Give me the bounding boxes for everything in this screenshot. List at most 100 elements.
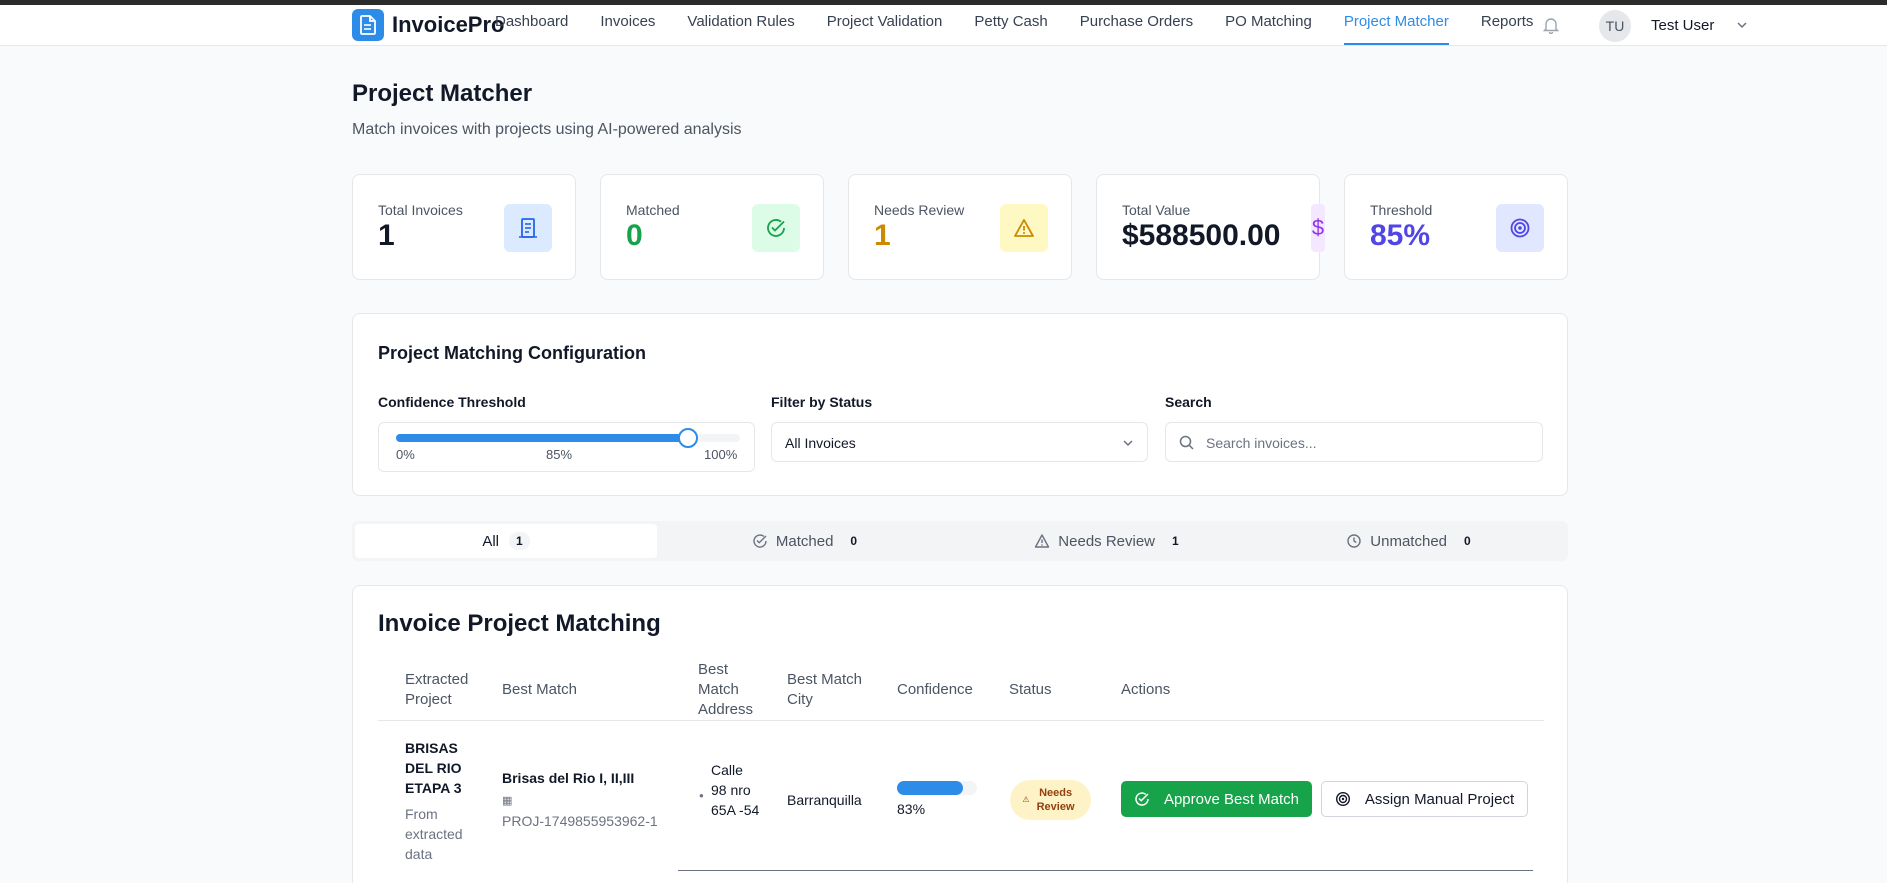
stat-value: 1	[874, 219, 891, 252]
nav-po-matching[interactable]: PO Matching	[1225, 8, 1312, 45]
chevron-down-icon	[1122, 436, 1134, 454]
stat-value: 1	[378, 219, 395, 252]
stat-card-total-invoices: Total Invoices 1	[352, 174, 576, 280]
filter-status-label: Filter by Status	[771, 394, 873, 410]
tab-matched[interactable]: Matched 0	[657, 524, 959, 558]
search-input[interactable]	[1206, 432, 1526, 454]
user-name[interactable]: Test User	[1651, 17, 1714, 34]
col-header-extracted-project: Extracted Project	[405, 671, 469, 708]
nav-project-validation[interactable]: Project Validation	[827, 8, 943, 45]
target-icon	[1335, 791, 1351, 807]
document-logo-icon	[352, 9, 384, 41]
stat-value: $588500.00	[1122, 219, 1281, 252]
confidence-bar	[897, 781, 977, 795]
stat-label: Matched	[626, 202, 680, 218]
stat-card-needs-review: Needs Review 1	[848, 174, 1072, 280]
warning-icon	[1034, 533, 1050, 549]
stat-value: 85%	[1370, 219, 1431, 252]
status-badge-label: Needs Review	[1036, 787, 1075, 813]
check-circle-icon	[1134, 791, 1150, 807]
main-nav: Dashboard Invoices Validation Rules Proj…	[495, 8, 1565, 45]
page-title: Project Matcher	[352, 80, 533, 107]
avatar[interactable]: TU	[1599, 10, 1631, 42]
confidence-threshold-label: Confidence Threshold	[378, 394, 526, 410]
nav-purchase-orders[interactable]: Purchase Orders	[1080, 8, 1193, 45]
building-icon: ▦	[502, 795, 513, 807]
tab-needs-review[interactable]: Needs Review 1	[959, 524, 1261, 558]
status-filter-select[interactable]: All Invoices	[771, 422, 1148, 462]
col-header-confidence: Confidence	[897, 681, 973, 698]
warning-icon: ⚠	[1022, 795, 1030, 804]
row-divider	[678, 870, 1533, 871]
warning-icon	[1000, 204, 1048, 252]
chevron-down-icon[interactable]	[1736, 18, 1748, 36]
stat-card-matched: Matched 0	[600, 174, 824, 280]
stat-label: Total Value	[1122, 202, 1191, 218]
search-label: Search	[1165, 394, 1212, 410]
slider-min-label: 0%	[396, 447, 415, 462]
check-circle-icon	[752, 204, 800, 252]
app-logo[interactable]: InvoicePro	[352, 9, 504, 41]
clock-icon	[1346, 533, 1362, 549]
col-header-status: Status	[1009, 681, 1052, 698]
tab-label: Unmatched	[1370, 532, 1448, 550]
matching-configuration-card: Project Matching Configuration Confidenc…	[352, 313, 1568, 496]
bell-icon[interactable]	[1542, 17, 1560, 39]
tab-all[interactable]: All 1	[355, 524, 657, 558]
slider-thumb[interactable]	[678, 428, 699, 448]
tab-count: 0	[1464, 534, 1471, 548]
extracted-project-name: BRISAS DEL RIO ETAPA 3	[405, 740, 462, 796]
slider-track[interactable]	[396, 428, 740, 448]
map-pin-icon: ●	[699, 791, 704, 800]
confidence-bar-fill	[897, 781, 964, 795]
approve-button-label: Approve Best Match	[1163, 790, 1300, 808]
nav-project-matcher[interactable]: Project Matcher	[1343, 8, 1449, 45]
tab-count: 1	[508, 532, 530, 550]
target-icon	[1496, 204, 1544, 252]
col-header-best-match: Best Match	[502, 681, 578, 698]
slider-max-label: 100%	[704, 447, 738, 462]
stat-card-total-value: Total Value $588500.00 $	[1096, 174, 1325, 280]
assign-button-label: Assign Manual Project	[1364, 790, 1515, 808]
confidence-threshold-slider[interactable]: 0% 85% 100%	[378, 422, 755, 472]
tab-count: 1	[1172, 534, 1179, 548]
nav-validation-rules[interactable]: Validation Rules	[687, 8, 794, 45]
stat-label: Threshold	[1370, 202, 1433, 218]
nav-petty-cash[interactable]: Petty Cash	[974, 8, 1047, 45]
stat-value: 0	[626, 219, 643, 252]
best-match-city: Barranquilla	[787, 792, 862, 808]
assign-manual-project-button[interactable]: Assign Manual Project	[1321, 781, 1528, 817]
approve-best-match-button[interactable]: Approve Best Match	[1121, 781, 1312, 817]
status-filter-value: All Invoices	[785, 435, 856, 451]
search-field[interactable]	[1165, 422, 1543, 462]
stat-label: Total Invoices	[378, 202, 463, 218]
check-circle-icon	[752, 533, 768, 549]
best-match-address: Calle 98 nro 65A -54	[711, 762, 760, 818]
best-match-name: Brisas del Rio I, II,III	[502, 770, 635, 786]
nav-dashboard[interactable]: Dashboard	[495, 8, 568, 45]
slider-current-label: 85%	[546, 447, 573, 462]
col-header-actions: Actions	[1121, 681, 1171, 698]
nav-invoices[interactable]: Invoices	[600, 8, 655, 45]
col-header-best-match-city: Best Match City	[787, 671, 863, 708]
search-icon	[1179, 435, 1194, 455]
tab-label: All	[482, 532, 499, 550]
table-title: Invoice Project Matching	[378, 610, 661, 637]
dollar-icon: $	[1311, 204, 1325, 252]
page-subtitle: Match invoices with projects using AI-po…	[352, 121, 742, 138]
best-match-project-id: PROJ-1749855953962-1	[502, 813, 658, 829]
tab-unmatched[interactable]: Unmatched 0	[1261, 524, 1563, 558]
nav-reports[interactable]: Reports	[1481, 8, 1534, 45]
app-name: InvoicePro	[392, 12, 505, 37]
stat-card-threshold: Threshold 85%	[1344, 174, 1568, 280]
status-tabs: All 1 Matched 0 Needs Review 1 Unmatched…	[352, 521, 1568, 561]
stat-label: Needs Review	[874, 202, 965, 218]
document-icon	[504, 204, 552, 252]
top-navbar: InvoicePro Dashboard Invoices Validation…	[0, 5, 1887, 46]
extracted-project-note: From extracted data	[405, 806, 463, 862]
header-divider	[378, 720, 1544, 721]
tab-label: Needs Review	[1058, 532, 1156, 550]
col-header-best-match-address: Best Match Address	[698, 661, 754, 718]
tab-label: Matched	[775, 532, 834, 550]
config-title: Project Matching Configuration	[378, 343, 646, 363]
